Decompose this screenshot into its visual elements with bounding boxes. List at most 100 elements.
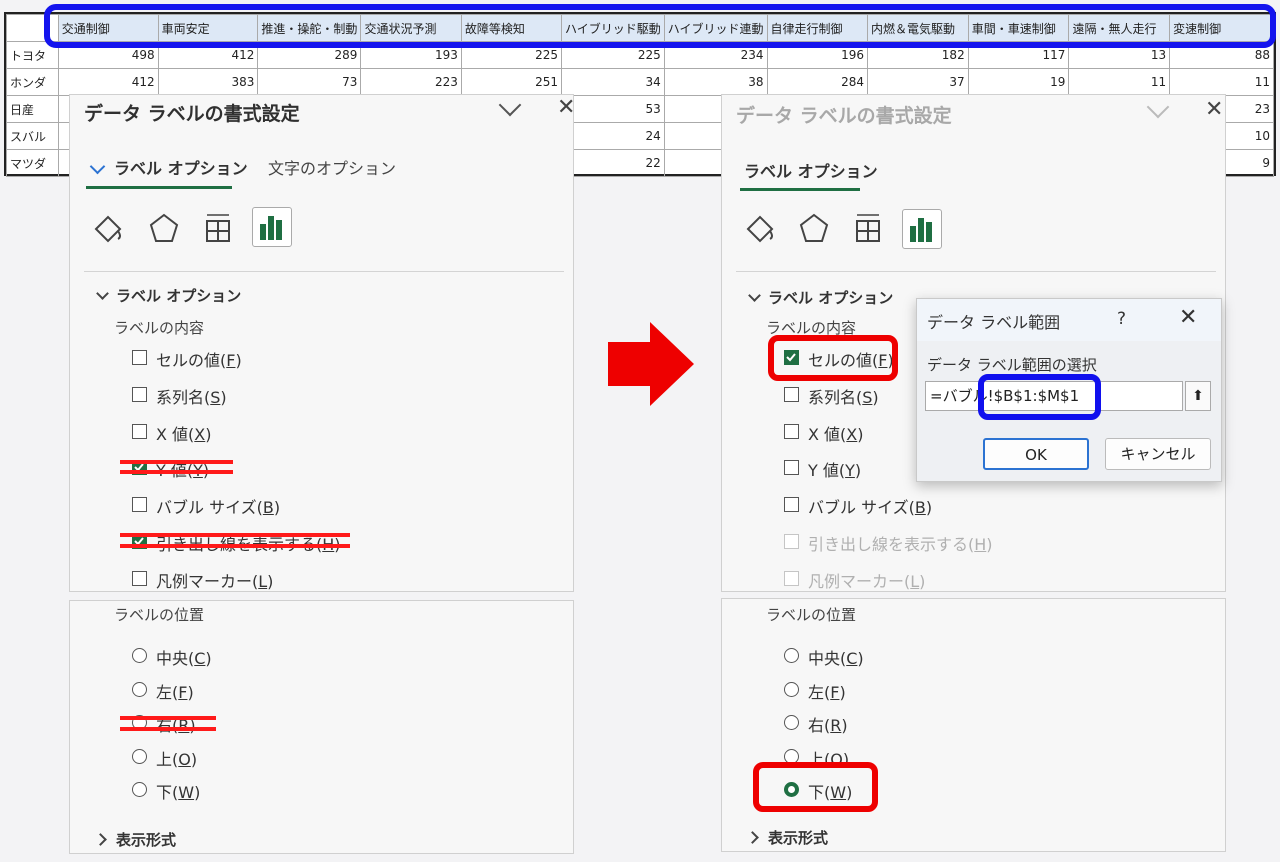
checkbox-label[interactable]: バブル サイズ(B) (156, 494, 280, 518)
tab-label-options[interactable]: ラベル オプション (744, 158, 878, 182)
table-cell[interactable]: 73 (257, 68, 362, 96)
strike-mark (120, 533, 350, 537)
number-format-section[interactable]: 表示形式 (116, 829, 176, 850)
checkbox[interactable] (784, 460, 799, 476)
table-cell[interactable]: 11 (1169, 68, 1274, 96)
close-icon[interactable]: ✕ (557, 95, 575, 120)
checkbox[interactable] (784, 534, 799, 549)
table-cell[interactable]: 38 (663, 68, 768, 96)
table-cell[interactable]: 24 (561, 122, 665, 150)
radio-label[interactable]: 上(O) (156, 746, 197, 770)
radio-label[interactable]: 左(F) (156, 679, 194, 703)
row-label[interactable]: スバル (6, 122, 59, 150)
fill-line-icon[interactable] (740, 209, 780, 249)
table-cell[interactable]: 53 (561, 95, 665, 123)
format-chevron-icon[interactable] (94, 833, 107, 846)
effects-pentagon-icon[interactable] (794, 209, 834, 249)
checkbox-label[interactable]: 凡例マーカー(L) (808, 568, 925, 592)
collapse-chevron-icon[interactable] (1146, 95, 1170, 119)
section-chevron-icon[interactable] (748, 289, 761, 302)
radio-button[interactable] (132, 648, 147, 663)
label-position-heading: ラベルの位置 (114, 606, 205, 624)
separator (736, 271, 1216, 272)
access-key: X (846, 424, 858, 444)
label-options-chart-icon[interactable] (902, 209, 942, 249)
radio-button[interactable] (132, 782, 147, 797)
number-format-section[interactable]: 表示形式 (768, 827, 828, 848)
checkbox-label[interactable]: X 値(X) (808, 421, 864, 445)
size-properties-icon[interactable] (848, 209, 888, 249)
section-label-options[interactable]: ラベル オプション (768, 287, 893, 308)
radio-label[interactable]: 中央(C) (156, 645, 212, 669)
checkbox-label[interactable]: 凡例マーカー(L) (156, 568, 273, 592)
checkbox[interactable] (132, 497, 147, 513)
checkbox[interactable] (132, 423, 147, 439)
checkbox-text: 系列名( (156, 387, 211, 407)
checkbox[interactable] (784, 423, 799, 439)
checkbox[interactable] (132, 350, 147, 365)
checkbox-label[interactable]: 引き出し線を表示する(H) (808, 531, 993, 555)
checkbox[interactable] (784, 386, 799, 402)
table-cell[interactable]: 19 (967, 68, 1070, 96)
radio-text: 左( (808, 682, 831, 702)
table-cell[interactable]: 11 (1068, 68, 1171, 96)
tab-text-options[interactable]: 文字のオプション (268, 155, 396, 179)
checkbox-text: Y 値( (808, 461, 846, 481)
strike-mark (120, 544, 350, 548)
radio-label[interactable]: 下(W) (156, 779, 200, 803)
checkbox[interactable] (784, 570, 799, 586)
tab-label-options[interactable]: ラベル オプション (114, 155, 248, 179)
radio-label[interactable]: 中央(C) (808, 645, 864, 669)
table-cell[interactable]: 22 (561, 149, 665, 177)
table-cell[interactable]: 37 (866, 68, 969, 96)
collapse-chevron-icon[interactable] (498, 93, 522, 117)
table-cell[interactable]: 34 (561, 68, 665, 96)
checkbox-label[interactable]: セルの値(F) (156, 347, 242, 371)
checkbox-label[interactable]: X 値(X) (156, 421, 212, 445)
close-icon[interactable]: ✕ (1179, 305, 1197, 330)
paren: ) (857, 649, 864, 668)
panel-title: データ ラベルの書式設定 (736, 105, 952, 127)
radio-label[interactable]: 右(R) (808, 712, 848, 736)
table-cell[interactable]: 251 (460, 68, 563, 96)
size-properties-icon[interactable] (198, 209, 238, 249)
checkbox[interactable] (132, 386, 147, 402)
checkbox-label[interactable]: Y 値(Y) (808, 457, 861, 481)
radio-label[interactable]: 左(F) (808, 679, 846, 703)
table-cell[interactable]: 223 (360, 68, 462, 96)
radio-button[interactable] (132, 748, 147, 764)
radio-button[interactable] (784, 648, 799, 663)
checkbox[interactable] (784, 497, 799, 513)
paren: ) (187, 682, 194, 702)
separator (84, 271, 564, 272)
section-chevron-icon[interactable] (96, 287, 109, 300)
collapse-dialog-icon[interactable]: ⬆ (1185, 381, 1211, 411)
access-key: S (210, 387, 221, 407)
radio-button[interactable] (784, 681, 799, 697)
radio-text: 中央( (156, 649, 195, 668)
row-label[interactable]: 日産 (6, 95, 59, 123)
radio-button[interactable] (784, 715, 799, 730)
row-label[interactable]: ホンダ (6, 68, 59, 96)
effects-pentagon-icon[interactable] (144, 209, 184, 249)
fill-line-icon[interactable] (88, 209, 128, 249)
header-row-highlight (44, 4, 1276, 48)
table-cell[interactable]: 383 (157, 68, 259, 96)
tab-underline (740, 188, 860, 191)
access-key: C (846, 649, 858, 668)
checkbox-label[interactable]: 系列名(S) (156, 384, 227, 408)
checkbox-label[interactable]: バブル サイズ(B) (808, 494, 932, 518)
cancel-button[interactable]: キャンセル (1105, 438, 1211, 470)
radio-button[interactable] (132, 681, 147, 697)
help-icon[interactable]: ? (1117, 309, 1126, 329)
checkbox-label[interactable]: 系列名(S) (808, 384, 879, 408)
label-options-chart-icon[interactable] (252, 207, 292, 247)
table-cell[interactable]: 284 (766, 68, 868, 96)
ok-button[interactable]: OK (983, 438, 1089, 470)
row-label[interactable]: マツダ (6, 149, 59, 177)
format-chevron-icon[interactable] (746, 831, 759, 844)
close-icon[interactable]: ✕ (1205, 97, 1223, 122)
section-label-options[interactable]: ラベル オプション (116, 285, 241, 306)
checkbox[interactable] (132, 570, 147, 586)
table-cell[interactable]: 412 (57, 68, 159, 96)
